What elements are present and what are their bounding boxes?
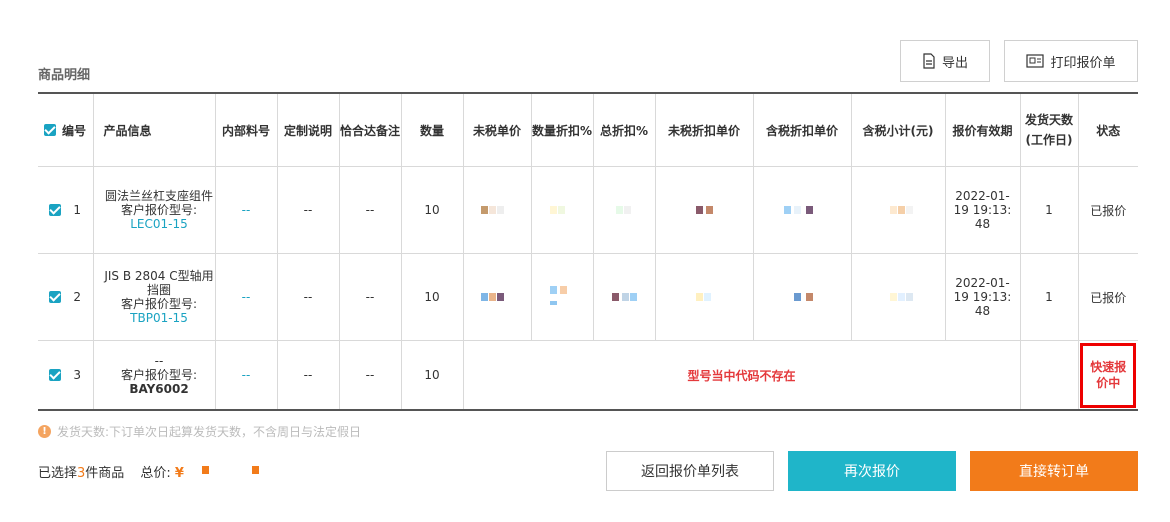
subtotal-redacted — [850, 166, 946, 254]
print-label: 打印报价单 — [1050, 55, 1116, 71]
goods-table: 编号 产品信息 内部料号 定制说明 恰合达备注 数量 未税单价 数量折扣% 总折… — [38, 92, 1138, 411]
row-checkbox[interactable] — [49, 291, 62, 303]
selection-summary: 已选择3件商品 总价: ¥ — [38, 462, 278, 481]
custom-note: -- — [276, 166, 340, 254]
qty-discount-redacted — [530, 253, 594, 341]
internal-code: -- — [214, 166, 278, 254]
export-button[interactable]: 导出 — [900, 40, 990, 82]
total-discount-redacted — [592, 166, 656, 254]
qty-discount-redacted — [530, 166, 594, 254]
disc-unit-inc-redacted — [752, 166, 852, 254]
header-unit-price: 未税单价 — [462, 92, 532, 167]
status-badge: 已报价 — [1077, 253, 1138, 341]
header-qty: 数量 — [400, 92, 464, 167]
row-checkbox[interactable] — [49, 369, 62, 381]
ship-days-empty — [1019, 340, 1079, 411]
header-subtotal: 含税小计(元) — [850, 92, 946, 167]
print-icon — [1026, 53, 1045, 69]
customer-model-link[interactable]: LEC01-15 — [104, 217, 215, 231]
total-price: 总价: ¥ — [140, 462, 278, 481]
table-header: 编号 产品信息 内部料号 定制说明 恰合达备注 数量 未税单价 数量折扣% 总折… — [38, 92, 1138, 167]
model-label: 客户报价型号: — [120, 297, 198, 311]
notice-text: 发货天数:下订单次日起算发货天数，不含周日与法定假日 — [57, 425, 362, 439]
ship-days: 1 — [1019, 253, 1079, 341]
quantity: 10 — [400, 340, 464, 411]
validity: 2022-01- 19 19:13: 48 — [944, 166, 1021, 254]
shipping-notice: ! 发货天数:下订单次日起算发货天数，不含周日与法定假日 — [38, 423, 361, 440]
header-note: 恰合达备注 — [338, 92, 402, 167]
total-discount-redacted — [592, 253, 656, 341]
unit-price-redacted — [462, 253, 532, 341]
total-price-redacted — [188, 463, 278, 477]
remark: -- — [338, 340, 402, 411]
product-name: -- — [154, 354, 164, 368]
select-all-checkbox[interactable] — [44, 124, 56, 136]
product-info: -- 客户报价型号: BAY6002 — [92, 340, 216, 411]
requote-button[interactable]: 再次报价 — [788, 451, 956, 491]
quantity: 10 — [400, 253, 464, 341]
header-ship-days: 发货天数 (工作日) — [1019, 92, 1079, 167]
back-to-quote-list-button[interactable]: 返回报价单列表 — [606, 451, 774, 491]
selected-count-text: 已选择3件商品 — [38, 466, 125, 481]
export-label: 导出 — [941, 55, 968, 71]
subtotal-redacted — [850, 253, 946, 341]
header-product: 产品信息 — [92, 92, 216, 167]
product-info: JIS B 2804 C型轴用挡圈 客户报价型号: TBP01-15 — [92, 253, 216, 341]
custom-note: -- — [276, 253, 340, 341]
validity: 2022-01- 19 19:13: 48 — [944, 253, 1021, 341]
disc-unit-ex-redacted — [654, 166, 754, 254]
row-checkbox[interactable] — [49, 204, 62, 216]
internal-code: -- — [214, 253, 278, 341]
disc-unit-inc-redacted — [752, 253, 852, 341]
header-disc-unit-inc: 含税折扣单价 — [752, 92, 852, 167]
section-title: 商品明细 — [38, 68, 91, 83]
currency-symbol: ¥ — [174, 466, 184, 481]
table-row: 1 圆法兰丝杠支座组件 客户报价型号: LEC01-15 -- -- -- 10… — [38, 166, 1138, 254]
model-label: 客户报价型号: — [120, 203, 198, 217]
header-qty-discount: 数量折扣% — [530, 92, 594, 167]
header-validity: 报价有效期 — [944, 92, 1021, 167]
export-icon — [922, 53, 936, 69]
product-name: JIS B 2804 C型轴用挡圈 — [104, 269, 214, 297]
quantity: 10 — [400, 166, 464, 254]
header-internal: 内部料号 — [214, 92, 278, 167]
customer-model-link[interactable]: TBP01-15 — [104, 311, 215, 325]
internal-code: -- — [214, 340, 278, 411]
warning-icon: ! — [38, 425, 51, 438]
product-info: 圆法兰丝杠支座组件 客户报价型号: LEC01-15 — [92, 166, 216, 254]
header-total-discount: 总折扣% — [592, 92, 656, 167]
header-custom: 定制说明 — [276, 92, 340, 167]
error-message: 型号当中代码不存在 — [462, 340, 1021, 411]
model-label: 客户报价型号: — [120, 368, 198, 382]
header-no[interactable]: 编号 — [38, 92, 94, 167]
row-no: 2 — [73, 290, 82, 304]
remark: -- — [338, 253, 402, 341]
custom-note: -- — [276, 340, 340, 411]
table-row: 2 JIS B 2804 C型轴用挡圈 客户报价型号: TBP01-15 -- … — [38, 253, 1138, 341]
ship-days: 1 — [1019, 166, 1079, 254]
table-row: 3 -- 客户报价型号: BAY6002 -- -- -- 10 型号当中代码不… — [38, 340, 1138, 411]
print-quote-button[interactable]: 打印报价单 — [1004, 40, 1138, 82]
remark: -- — [338, 166, 402, 254]
header-status: 状态 — [1077, 92, 1138, 167]
disc-unit-ex-redacted — [654, 253, 754, 341]
status-badge: 已报价 — [1077, 166, 1138, 254]
convert-to-order-button[interactable]: 直接转订单 — [970, 451, 1138, 491]
product-name: 圆法兰丝杠支座组件 — [104, 189, 213, 203]
row-no: 1 — [73, 203, 82, 217]
customer-model: BAY6002 — [129, 382, 189, 396]
row-no: 3 — [73, 368, 82, 382]
unit-price-redacted — [462, 166, 532, 254]
header-disc-unit-ex: 未税折扣单价 — [654, 92, 754, 167]
status-badge: 快速报 价中 — [1077, 340, 1138, 411]
